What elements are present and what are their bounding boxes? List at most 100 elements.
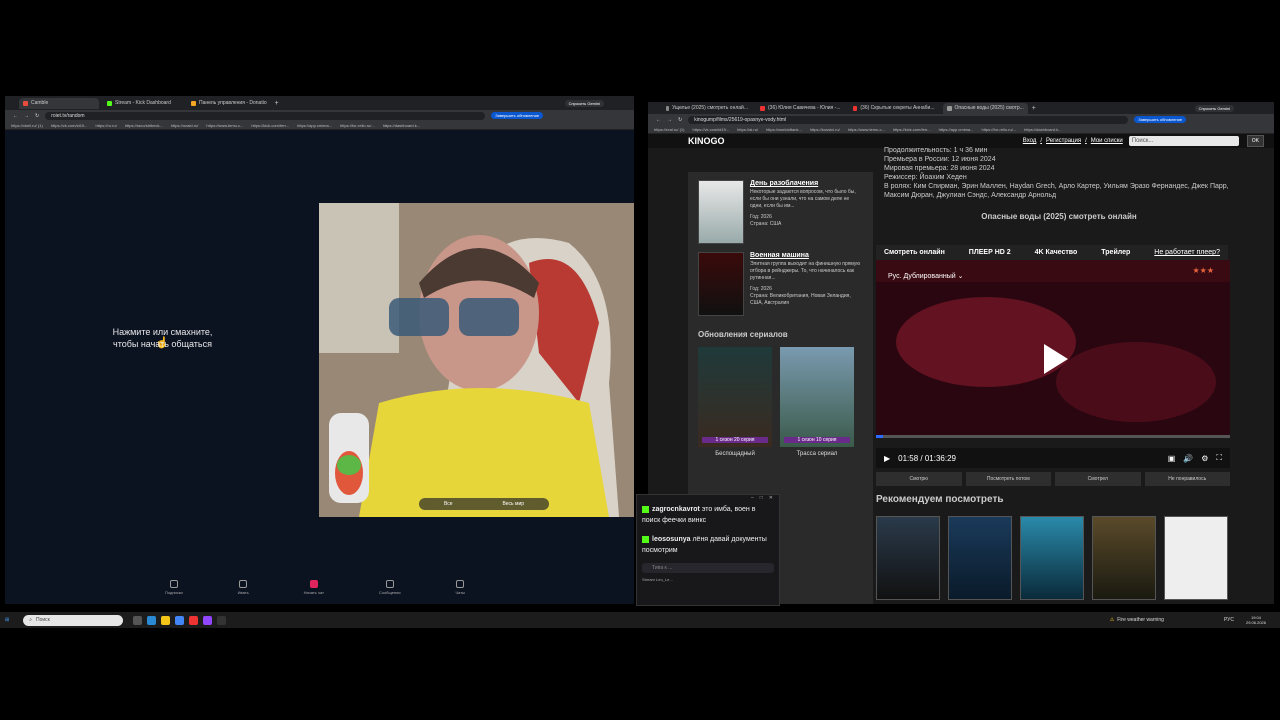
bookmark[interactable]: https://for-rello.ru/... bbox=[340, 123, 375, 128]
bookmark[interactable]: https://app.cmima... bbox=[939, 127, 974, 132]
film-title[interactable]: Военная машина bbox=[750, 252, 863, 259]
bookmark[interactable]: https://vkell.ru/ (1) bbox=[11, 123, 43, 128]
video-player[interactable]: Рус. Дублированный ⌄ ★★★ bbox=[876, 260, 1230, 438]
series-card[interactable]: 1 сезон 10 серия Трасса сериал bbox=[780, 347, 854, 457]
bookmark[interactable]: https://vk.com/id19... bbox=[51, 123, 88, 128]
sidebar-film-card[interactable]: Военная машина Элитная группа выходит на… bbox=[698, 252, 863, 316]
bookmark[interactable]: https://worldoftank... bbox=[766, 127, 802, 132]
bookmark[interactable]: https://dashboard.k... bbox=[383, 123, 420, 128]
weather-text[interactable]: Fire weather warning bbox=[1117, 617, 1164, 623]
new-tab-button[interactable]: + bbox=[1032, 105, 1036, 112]
right-tab-1[interactable]: Ущелье (2025) смотреть онлай... bbox=[662, 103, 752, 114]
player-broken-link[interactable]: Не работает плеер? bbox=[1154, 249, 1220, 256]
obs-icon[interactable] bbox=[217, 615, 227, 625]
app-icon[interactable] bbox=[203, 615, 213, 625]
search-ok-button[interactable]: OK bbox=[1246, 135, 1264, 147]
windows-start-icon[interactable]: ⊞ bbox=[5, 617, 9, 623]
right-tab-4[interactable]: Опасные воды (2025) смотр... bbox=[942, 102, 1028, 114]
tab-player-hd2[interactable]: ПЛЕЕР HD 2 bbox=[969, 249, 1011, 256]
watched-button[interactable]: Смотрел bbox=[1055, 472, 1141, 486]
forward-icon[interactable]: → bbox=[667, 117, 672, 123]
right-address-bar[interactable]: kinogump/films/25619-opasnye-vody.html bbox=[688, 115, 1129, 124]
bookmark[interactable]: https://real.ru/ (1) bbox=[654, 127, 684, 132]
right-tab-3[interactable]: (36) Скрытые секреты Аннаби... bbox=[849, 103, 939, 114]
play-icon[interactable]: ▶ bbox=[884, 454, 890, 463]
left-tab-1[interactable]: Camble bbox=[19, 97, 99, 109]
chat-username[interactable]: leososunya bbox=[652, 536, 691, 543]
register-link[interactable]: Регистрация bbox=[1046, 138, 1081, 144]
tab-watch-online[interactable]: Смотреть онлайн bbox=[884, 249, 945, 256]
nav-messages[interactable]: Сообщения bbox=[379, 580, 401, 595]
bookmark[interactable]: https://dashboard.k... bbox=[1024, 127, 1061, 132]
bookmark[interactable]: https://kick.com/ferr... bbox=[251, 123, 289, 128]
gemini-button[interactable]: Спросить Gemini bbox=[564, 99, 604, 107]
nav-chats[interactable]: Чаты bbox=[455, 580, 465, 595]
task-view-icon[interactable] bbox=[133, 615, 143, 625]
settings-icon[interactable]: ⚙ bbox=[1201, 454, 1208, 463]
clock[interactable]: 19:04 29.06.2026 bbox=[1246, 615, 1266, 625]
nav-start-chat[interactable]: Начать чат bbox=[304, 580, 324, 595]
left-tab-2[interactable]: Stream - Kick Dashboard bbox=[103, 98, 183, 109]
filter-all-chip[interactable]: Все bbox=[444, 501, 453, 507]
chat-username[interactable]: zagrocnkavrot bbox=[652, 506, 700, 513]
minimize-icon[interactable]: – bbox=[751, 495, 754, 503]
chat-input[interactable]: Типа к ... bbox=[642, 563, 774, 573]
bookmark[interactable]: https://vk.com/id19... bbox=[692, 127, 729, 132]
new-tab-button[interactable]: + bbox=[275, 100, 279, 107]
right-tab-2[interactable]: (36) Юлия Савичева - Юлия -... bbox=[756, 103, 845, 114]
bookmark[interactable]: https://app.cmima... bbox=[297, 123, 332, 128]
gemini-button[interactable]: Спросить Gemini bbox=[1194, 104, 1234, 112]
nav-subscriptions[interactable]: Подписки bbox=[165, 580, 183, 595]
bookmark[interactable]: https://kick.com/ferr... bbox=[893, 127, 931, 132]
close-icon[interactable]: ✕ bbox=[769, 495, 773, 503]
kinogo-logo[interactable]: KINOGO bbox=[688, 136, 725, 146]
language-indicator[interactable]: РУС bbox=[1224, 617, 1234, 623]
left-tab-3[interactable]: Панель управления - Donatio bbox=[187, 98, 271, 109]
left-address-bar[interactable]: roiet.tv/random bbox=[45, 111, 486, 120]
chrome-icon[interactable] bbox=[175, 615, 185, 625]
reload-icon[interactable]: ↻ bbox=[678, 117, 682, 123]
sidebar-film-card[interactable]: День разоблачения Некоторые задаются воп… bbox=[698, 180, 863, 244]
bookmark[interactable]: https://ai.ru/ bbox=[737, 127, 758, 132]
pip-icon[interactable]: ▣ bbox=[1168, 454, 1176, 463]
maximize-icon[interactable]: □ bbox=[760, 495, 763, 503]
bookmark[interactable]: https://onald.ru/ bbox=[171, 123, 199, 128]
bookmark[interactable]: https://www.temu.c... bbox=[206, 123, 243, 128]
tab-trailer[interactable]: Трейлер bbox=[1101, 249, 1130, 256]
recommend-poster[interactable] bbox=[1164, 516, 1228, 600]
my-lists-link[interactable]: Мои списки bbox=[1091, 138, 1123, 144]
watch-later-button[interactable]: Посмотреть потом bbox=[965, 472, 1051, 486]
tab-4k[interactable]: 4K Качество bbox=[1035, 249, 1078, 256]
bookmark[interactable]: https://for-rello.ru/... bbox=[981, 127, 1016, 132]
dub-select[interactable]: Рус. Дублированный ⌄ bbox=[888, 272, 963, 280]
watching-button[interactable]: Смотрю bbox=[876, 472, 962, 486]
volume-icon[interactable]: 🔊 bbox=[1183, 454, 1193, 463]
recommend-poster[interactable] bbox=[876, 516, 940, 600]
recommend-poster[interactable] bbox=[1092, 516, 1156, 600]
reload-icon[interactable]: ↻ bbox=[35, 113, 39, 119]
bookmark[interactable]: https://www.temu.c... bbox=[848, 127, 885, 132]
recommend-poster[interactable] bbox=[948, 516, 1012, 600]
bookmark[interactable]: https://ro.ru/ bbox=[95, 123, 116, 128]
filter-world-chip[interactable]: Весь мир bbox=[502, 501, 524, 507]
back-icon[interactable]: ← bbox=[656, 117, 661, 123]
series-card[interactable]: 1 сезон 20 серия Беспощадный bbox=[698, 347, 772, 457]
edge-icon[interactable] bbox=[147, 615, 157, 625]
taskbar-search[interactable]: ⌕ Поиск bbox=[23, 614, 124, 626]
app-icon[interactable] bbox=[189, 615, 199, 625]
recommend-poster[interactable] bbox=[1020, 516, 1084, 600]
progress-track[interactable] bbox=[876, 435, 1230, 438]
bookmark[interactable]: https://raco/stribeck... bbox=[125, 123, 163, 128]
back-icon[interactable]: ← bbox=[13, 113, 18, 119]
start-chat-prompt[interactable]: Нажмите или смахните, чтобы начать общат… bbox=[5, 326, 320, 350]
fullscreen-icon[interactable]: ⛶ bbox=[1216, 453, 1222, 463]
forward-icon[interactable]: → bbox=[24, 113, 29, 119]
nav-search[interactable]: Ивать bbox=[238, 580, 249, 595]
site-search-input[interactable]: Поиск... bbox=[1128, 136, 1239, 146]
film-title[interactable]: День разоблачения bbox=[750, 180, 863, 187]
folder-icon[interactable] bbox=[161, 615, 171, 625]
update-button[interactable]: Завершить обновление bbox=[1134, 116, 1187, 123]
login-link[interactable]: Вход bbox=[1023, 138, 1037, 144]
disliked-button[interactable]: Не понравилось bbox=[1144, 472, 1230, 486]
bookmark[interactable]: https://kosstci.ru/ bbox=[810, 127, 840, 132]
